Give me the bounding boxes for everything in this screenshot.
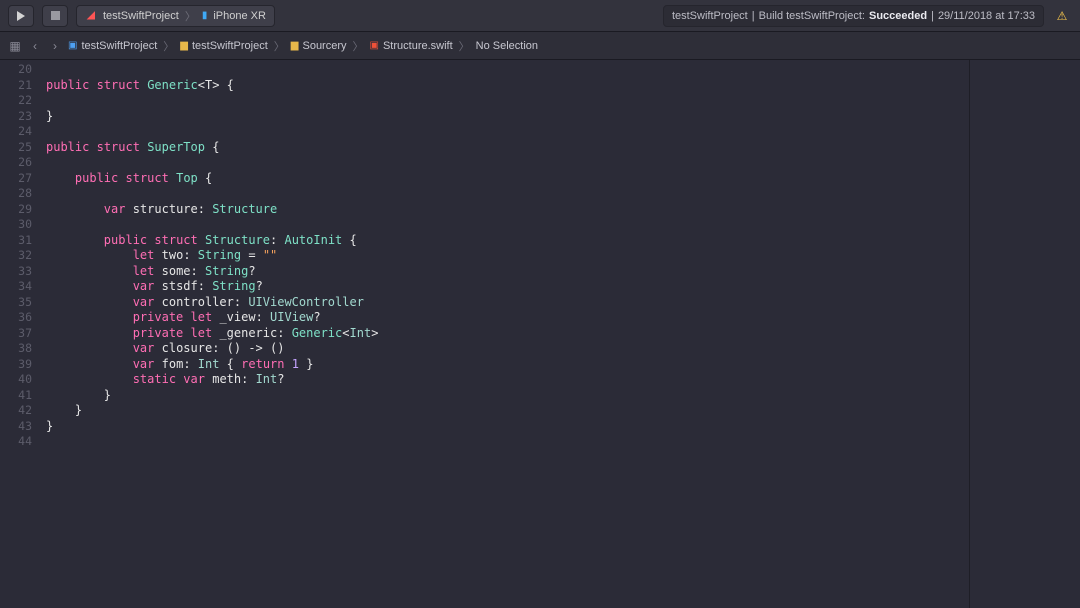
editor: 20 21 22 23 24 25 26 27 28 29 30 31 32 3… — [0, 60, 1080, 608]
status-result: Succeeded — [869, 10, 927, 22]
swift-file-icon: ▣ — [370, 40, 379, 51]
scheme-app-icon: ◢ — [85, 10, 97, 22]
crumb-4: No Selection — [476, 40, 538, 52]
status-sep: | — [752, 10, 755, 22]
code-area[interactable]: public struct Generic<T> { } public stru… — [40, 60, 970, 608]
minimap[interactable] — [970, 60, 1080, 608]
crumb-chevron: 〉 — [459, 38, 470, 54]
scheme-project-label: testSwiftProject — [103, 10, 179, 22]
breadcrumb-project[interactable]: ▣ testSwiftProject — [68, 40, 157, 52]
status-time: 29/11/2018 at 17:33 — [938, 10, 1035, 22]
project-icon: ▣ — [68, 40, 77, 51]
status-action: Build testSwiftProject: — [759, 10, 865, 22]
scheme-separator: 〉 — [185, 8, 196, 24]
scheme-selector[interactable]: ◢ testSwiftProject 〉 ▮ iPhone XR — [76, 5, 275, 27]
line-gutter: 20 21 22 23 24 25 26 27 28 29 30 31 32 3… — [0, 60, 40, 608]
status-bar: testSwiftProject | Build testSwiftProjec… — [283, 5, 1044, 27]
status-content[interactable]: testSwiftProject | Build testSwiftProjec… — [663, 5, 1044, 27]
crumb-1: testSwiftProject — [192, 40, 268, 52]
warning-icon[interactable]: ⚠ — [1052, 9, 1072, 23]
crumb-0: testSwiftProject — [81, 40, 157, 52]
back-button[interactable]: ‹ — [28, 39, 42, 53]
crumb-2: Sourcery — [302, 40, 346, 52]
breadcrumb-file[interactable]: ▣ Structure.swift — [370, 40, 453, 52]
breadcrumb-folder2[interactable]: ▆ Sourcery — [291, 40, 347, 52]
jump-bar: ▦ ‹ › ▣ testSwiftProject 〉 ▆ testSwiftPr… — [0, 32, 1080, 60]
crumb-3: Structure.swift — [383, 40, 453, 52]
breadcrumb-folder1[interactable]: ▆ testSwiftProject — [180, 40, 268, 52]
status-sep2: | — [931, 10, 934, 22]
toolbar: ◢ testSwiftProject 〉 ▮ iPhone XR testSwi… — [0, 0, 1080, 32]
run-button[interactable] — [8, 5, 34, 27]
folder-icon: ▆ — [291, 40, 299, 51]
scheme-device-label: iPhone XR — [213, 10, 266, 22]
folder-icon: ▆ — [180, 40, 188, 51]
device-icon: ▮ — [202, 10, 208, 21]
status-project: testSwiftProject — [672, 10, 748, 22]
stop-button[interactable] — [42, 5, 68, 27]
crumb-chevron: 〉 — [353, 38, 364, 54]
crumb-chevron: 〉 — [274, 38, 285, 54]
breadcrumb-selection[interactable]: No Selection — [476, 40, 538, 52]
crumb-chevron: 〉 — [163, 38, 174, 54]
forward-button[interactable]: › — [48, 39, 62, 53]
related-items-icon[interactable]: ▦ — [8, 39, 22, 53]
